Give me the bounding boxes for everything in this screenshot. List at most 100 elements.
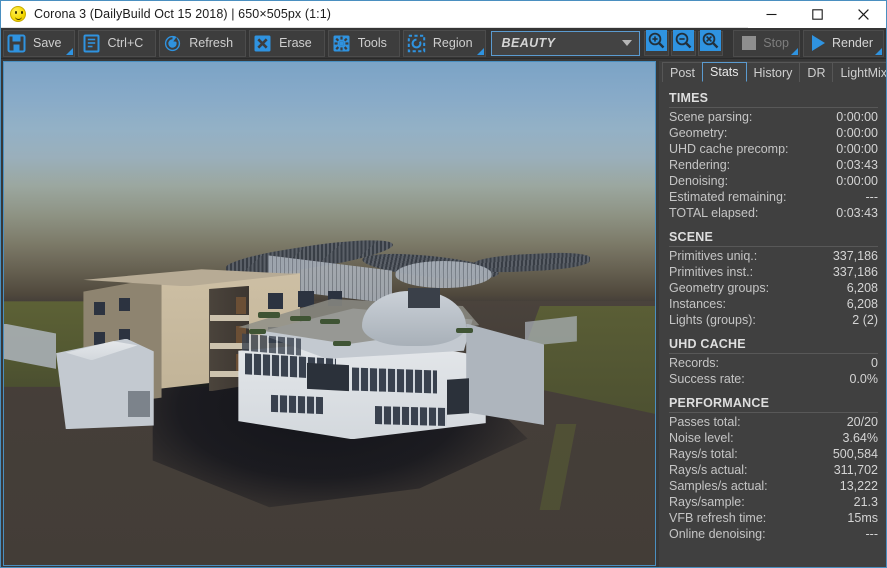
- zoom-reset-icon: [700, 30, 722, 56]
- stat-key: TOTAL elapsed:: [669, 206, 759, 220]
- tab-lightmix-label: LightMix: [840, 65, 887, 80]
- roof-hedge-2: [290, 315, 312, 322]
- stat-row: Geometry groups: 6,208: [669, 280, 878, 296]
- stat-row: Records: 0: [669, 355, 878, 371]
- stat-value: 0:00:00: [836, 126, 878, 140]
- stat-key: Online denoising:: [669, 527, 766, 541]
- render-button[interactable]: Render: [803, 29, 884, 57]
- region-dropdown-corner[interactable]: [476, 47, 484, 55]
- refresh-button[interactable]: Refresh: [159, 29, 247, 57]
- wing-ground-opening: [446, 378, 469, 415]
- roof-hedge-3: [320, 318, 340, 325]
- stat-key: Rays/s total:: [669, 447, 738, 461]
- stat-row: Rays/s total: 500,584: [669, 446, 878, 462]
- beige-window-r3c1: [93, 302, 105, 316]
- stat-value: 0:00:00: [836, 110, 878, 124]
- roof-hedge-1: [257, 312, 280, 319]
- erase-button[interactable]: Erase: [249, 29, 325, 57]
- minimize-button[interactable]: [748, 1, 794, 28]
- white-wing-window-band-3: [375, 405, 447, 426]
- tab-dr-label: DR: [807, 65, 826, 80]
- gear-icon: [332, 34, 351, 53]
- section-title-scene: SCENE: [669, 230, 714, 244]
- roof-hedge-6: [456, 327, 474, 333]
- save-label: Save: [33, 36, 62, 50]
- save-dropdown-corner[interactable]: [65, 47, 73, 55]
- section-title-performance: PERFORMANCE: [669, 396, 770, 410]
- chevron-down-icon[interactable]: [622, 40, 633, 46]
- stat-row: Rays/s actual: 311,702: [669, 462, 878, 478]
- play-triangle-icon: [812, 35, 825, 51]
- copy-button[interactable]: Ctrl+C: [77, 29, 157, 57]
- roof-hedge-5: [332, 341, 351, 347]
- stat-key: Geometry groups:: [669, 281, 770, 295]
- stat-value: 0:03:43: [836, 206, 878, 220]
- canopy-disc-roof: [394, 260, 493, 288]
- tab-dr[interactable]: DR: [799, 62, 834, 82]
- stat-value: 500,584: [832, 447, 878, 461]
- region-button[interactable]: Region: [402, 29, 486, 57]
- zoom-out-button[interactable]: [671, 30, 697, 56]
- stop-dropdown-corner[interactable]: [791, 47, 798, 55]
- stat-key: Noise level:: [669, 431, 734, 445]
- stat-row: UHD cache precomp: 0:00:00: [669, 141, 878, 157]
- stat-value: 0:00:00: [836, 174, 878, 188]
- stat-row: Rays/sample: 21.3: [669, 494, 878, 510]
- stat-value: ---: [865, 527, 879, 541]
- zoom-out-icon: [673, 30, 695, 56]
- beige-window-r3c2: [93, 331, 105, 345]
- stat-row: Denoising: 0:00:00: [669, 173, 878, 189]
- stat-key: Passes total:: [669, 415, 741, 429]
- render-pass-value: BEAUTY: [501, 36, 556, 50]
- render-dropdown-corner[interactable]: [875, 47, 882, 55]
- stat-row: Scene parsing: 0:00:00: [669, 109, 878, 125]
- save-button[interactable]: Save: [3, 29, 75, 57]
- stat-row: Rendering: 0:03:43: [669, 157, 878, 173]
- rendered-image: [4, 62, 655, 565]
- left-annex-door: [127, 391, 150, 417]
- erase-label: Erase: [279, 36, 312, 50]
- render-pass-select[interactable]: BEAUTY: [490, 30, 641, 56]
- stat-value: 15ms: [847, 511, 878, 525]
- dashed-region-icon: [407, 34, 426, 53]
- stat-value: 0:00:00: [836, 142, 878, 156]
- tab-history-label: History: [753, 65, 793, 80]
- smiley-icon: [10, 6, 26, 22]
- stat-row: Noise level: 3.64%: [669, 430, 878, 446]
- beige-window-r4c1: [118, 298, 130, 312]
- close-button[interactable]: [840, 1, 886, 28]
- vfb-side-panel: Post Stats History DR LightMix TIMES Sce…: [659, 61, 886, 567]
- stat-value: 3.64%: [842, 431, 878, 445]
- stat-key: Rendering:: [669, 158, 731, 172]
- stat-row: Passes total: 20/20: [669, 414, 878, 430]
- stop-button[interactable]: Stop: [733, 29, 800, 57]
- section-title-uhd-cache: UHD CACHE: [669, 337, 746, 351]
- drum-rooftop-unit: [407, 288, 441, 309]
- stat-key: Lights (groups):: [669, 313, 756, 327]
- stat-value: 0: [871, 356, 878, 370]
- stat-value: 6,208: [846, 281, 878, 295]
- tab-post[interactable]: Post: [662, 62, 704, 82]
- tab-lightmix[interactable]: LightMix: [832, 62, 887, 82]
- tools-button[interactable]: Tools: [327, 29, 400, 57]
- stat-value: 2 (2): [852, 313, 878, 327]
- stair-slab-1: [209, 314, 249, 321]
- stat-key: Estimated remaining:: [669, 190, 787, 204]
- stat-key: Geometry:: [669, 126, 728, 140]
- render-viewport[interactable]: [3, 61, 656, 566]
- zoom-in-button[interactable]: [644, 30, 670, 56]
- white-wing-window-band-2: [352, 367, 437, 394]
- window-controls: [748, 1, 886, 28]
- stat-row: Success rate: 0.0%: [669, 371, 878, 387]
- zoom-reset-button[interactable]: [698, 30, 724, 56]
- tab-history[interactable]: History: [745, 62, 801, 82]
- main-toolbar: Save Ctrl+C Refresh Erase Tools Region B…: [1, 28, 886, 59]
- window-title: Corona 3 (DailyBuild Oct 15 2018) | 650×…: [34, 7, 332, 21]
- maximize-button[interactable]: [794, 1, 840, 28]
- region-label: Region: [432, 36, 473, 50]
- stat-key: Primitives uniq.:: [669, 249, 758, 263]
- copy-label: Ctrl+C: [107, 36, 144, 50]
- stat-row: Samples/s actual: 13,222: [669, 478, 878, 494]
- tab-stats[interactable]: Stats: [702, 62, 747, 82]
- section-rule-performance: [669, 412, 878, 413]
